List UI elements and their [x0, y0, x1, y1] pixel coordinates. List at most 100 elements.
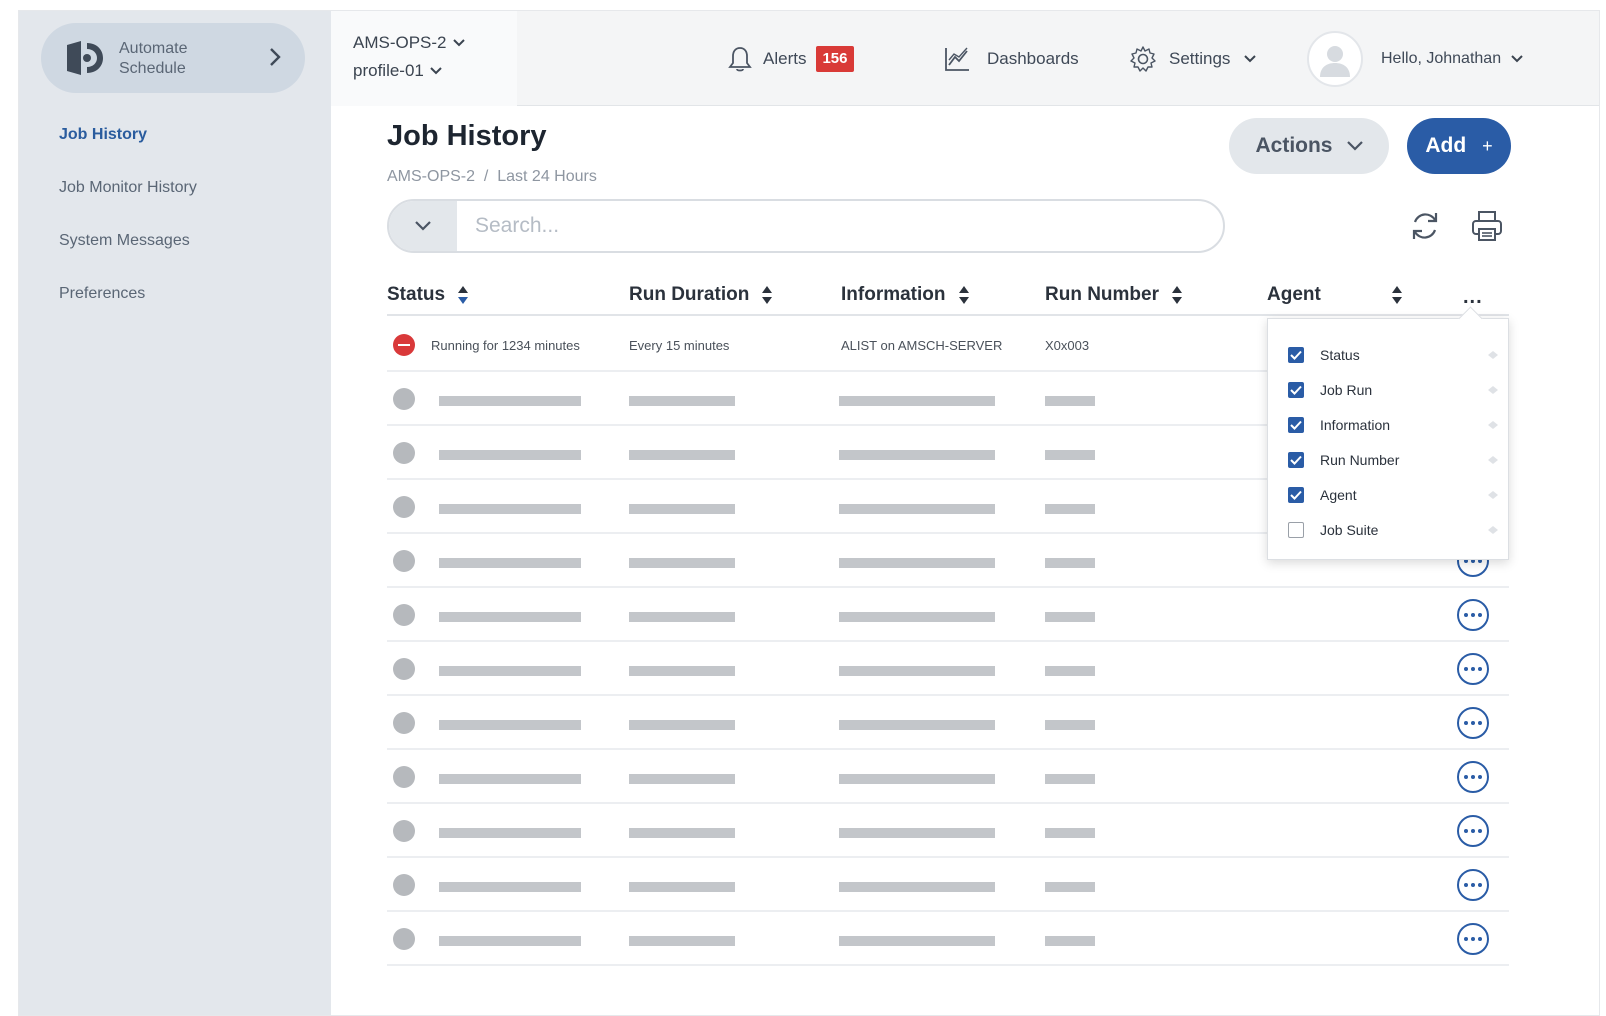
status-indicator-icon	[393, 874, 415, 896]
table-row[interactable]	[387, 858, 1509, 912]
checkbox-checked-icon[interactable]	[1288, 382, 1304, 398]
checkbox-checked-icon[interactable]	[1288, 452, 1304, 468]
placeholder-bar	[439, 828, 581, 838]
checkbox-unchecked-icon[interactable]	[1288, 522, 1304, 538]
column-option-agent[interactable]: Agent	[1288, 483, 1498, 507]
drag-handle-icon[interactable]	[1488, 526, 1498, 534]
row-more-button[interactable]	[1457, 707, 1489, 739]
checkbox-checked-icon[interactable]	[1288, 487, 1304, 503]
table-row[interactable]	[387, 804, 1509, 858]
column-option-status[interactable]: Status	[1288, 343, 1498, 367]
placeholder-bar	[839, 720, 995, 730]
column-header-status[interactable]: Status	[387, 284, 469, 306]
status-indicator-icon	[393, 712, 415, 734]
print-button[interactable]	[1467, 206, 1507, 246]
actions-label: Actions	[1255, 134, 1333, 157]
placeholder-bar	[1045, 774, 1095, 784]
row-more-button[interactable]	[1457, 923, 1489, 955]
drag-handle-icon[interactable]	[1488, 456, 1498, 464]
search-filter-dropdown[interactable]	[389, 201, 457, 251]
table-row[interactable]	[387, 588, 1509, 642]
placeholder-bar	[1045, 558, 1095, 568]
server-selector[interactable]: AMS-OPS-2	[353, 33, 465, 53]
drag-handle-icon[interactable]	[1488, 351, 1498, 359]
sort-icon	[458, 286, 469, 304]
drag-handle-icon[interactable]	[1488, 421, 1498, 429]
placeholder-bar	[629, 774, 735, 784]
refresh-button[interactable]	[1405, 206, 1445, 246]
column-option-run-number[interactable]: Run Number	[1288, 448, 1498, 472]
table-row[interactable]	[387, 642, 1509, 696]
placeholder-bar	[439, 558, 581, 568]
column-option-job-suite[interactable]: Job Suite	[1288, 518, 1498, 542]
page-title: Job History	[387, 120, 547, 152]
checkbox-checked-icon[interactable]	[1288, 347, 1304, 363]
drag-handle-icon[interactable]	[1488, 491, 1498, 499]
sidebar-item-job-monitor-history[interactable]: Job Monitor History	[59, 178, 299, 231]
table-row[interactable]	[387, 912, 1509, 966]
row-more-button[interactable]	[1457, 869, 1489, 901]
sidebar-item-system-messages[interactable]: System Messages	[59, 231, 299, 284]
row-more-button[interactable]	[1457, 599, 1489, 631]
run-number: X0x003	[1045, 338, 1090, 353]
column-header-information[interactable]: Information	[841, 284, 970, 306]
placeholder-bar	[1045, 450, 1095, 460]
column-option-label: Job Suite	[1320, 522, 1379, 538]
sidebar-item-preferences[interactable]: Preferences	[59, 284, 299, 337]
user-menu[interactable]: Hello, Johnathan	[1307, 31, 1523, 87]
status-indicator-icon	[393, 604, 415, 626]
column-option-label: Information	[1320, 417, 1391, 433]
sort-icon	[762, 286, 773, 304]
column-chooser-popover: Status Job Run Information Run Number Ag	[1267, 318, 1509, 560]
placeholder-bar	[439, 450, 581, 460]
sort-icon	[958, 286, 969, 304]
table-row[interactable]	[387, 750, 1509, 804]
status-indicator-icon	[393, 766, 415, 788]
add-button[interactable]: Add +	[1407, 118, 1511, 174]
chevron-down-icon	[1244, 55, 1257, 63]
bell-icon	[728, 47, 752, 72]
placeholder-bar	[629, 720, 735, 730]
run-duration: Every 15 minutes	[629, 338, 730, 353]
column-header-agent[interactable]: Agent	[1267, 284, 1403, 306]
top-bar: AMS-OPS-2 profile-01 Alerts 156 Dashboar	[331, 11, 1599, 106]
main-content: Job History AMS-OPS-2 / Last 24 Hours Ac…	[331, 106, 1599, 1015]
placeholder-bar	[839, 828, 995, 838]
sidebar-item-job-history[interactable]: Job History	[59, 125, 299, 178]
app-switcher[interactable]: Automate Schedule	[41, 23, 305, 93]
status-text: Running for 1234 minutes	[431, 338, 580, 353]
dashboards-button[interactable]: Dashboards	[943, 41, 1079, 77]
column-option-label: Job Run	[1320, 382, 1373, 398]
placeholder-bar	[439, 882, 581, 892]
gear-icon	[1130, 46, 1156, 72]
drag-handle-icon[interactable]	[1488, 386, 1498, 394]
row-more-button[interactable]	[1457, 761, 1489, 793]
placeholder-bar	[629, 828, 735, 838]
app-name-line1: Automate	[119, 40, 188, 57]
chevron-down-icon	[430, 67, 442, 75]
placeholder-bar	[629, 936, 735, 946]
placeholder-bar	[629, 612, 735, 622]
status-indicator-icon	[393, 820, 415, 842]
table-row[interactable]	[387, 696, 1509, 750]
row-more-button[interactable]	[1457, 815, 1489, 847]
chevron-down-icon	[1511, 55, 1523, 63]
column-header-run-duration[interactable]: Run Duration	[629, 284, 773, 306]
row-more-button[interactable]	[1457, 653, 1489, 685]
actions-button[interactable]: Actions	[1229, 118, 1389, 174]
column-header-run-number[interactable]: Run Number	[1045, 284, 1183, 306]
alerts-button[interactable]: Alerts 156	[727, 41, 854, 77]
placeholder-bar	[439, 936, 581, 946]
checkbox-checked-icon[interactable]	[1288, 417, 1304, 433]
chevron-down-icon	[415, 221, 431, 231]
search-input[interactable]	[457, 201, 1223, 251]
column-option-job-run[interactable]: Job Run	[1288, 378, 1498, 402]
column-chooser-button[interactable]: ...	[1463, 286, 1483, 309]
placeholder-bar	[1045, 612, 1095, 622]
placeholder-bar	[839, 396, 995, 406]
settings-button[interactable]: Settings	[1129, 41, 1257, 77]
column-option-information[interactable]: Information	[1288, 413, 1498, 437]
placeholder-bar	[439, 666, 581, 676]
placeholder-bar	[439, 720, 581, 730]
profile-selector[interactable]: profile-01	[353, 61, 442, 81]
